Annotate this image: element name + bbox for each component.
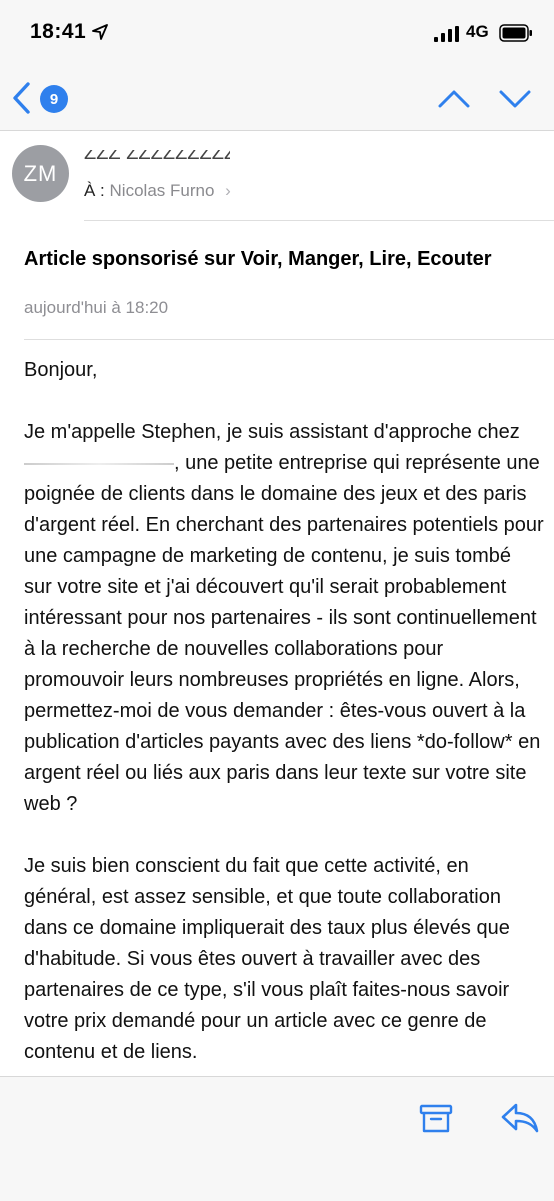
sender-header: ZM ZZZ ZZZZZZZZZ À : Nicolas Furno ›: [0, 130, 554, 221]
bottom-toolbar: [0, 1076, 554, 1201]
navigation-bar: 9: [0, 66, 554, 131]
avatar[interactable]: ZM: [12, 145, 69, 202]
archive-icon[interactable]: [418, 1103, 454, 1135]
reply-icon[interactable]: [500, 1101, 540, 1135]
chevron-right-icon: ›: [225, 181, 231, 200]
recipient-line[interactable]: À : Nicolas Furno ›: [84, 181, 231, 201]
redacted-company: [24, 457, 174, 471]
to-label: À :: [84, 181, 105, 200]
status-bar: 18:41 4G: [0, 0, 554, 66]
paragraph-1: Je m'appelle Stephen, je suis assistant …: [24, 417, 544, 820]
battery-icon: [499, 24, 532, 42]
back-chevron-icon[interactable]: [10, 80, 34, 116]
unread-count-badge[interactable]: 9: [40, 85, 68, 113]
email-body: Bonjour, Je m'appelle Stephen, je suis a…: [24, 355, 544, 1099]
chevron-down-icon[interactable]: [498, 84, 532, 114]
email-subject: Article sponsorisé sur Voir, Manger, Lir…: [24, 248, 492, 270]
sender-name-redacted[interactable]: ZZZ ZZZZZZZZZ: [84, 150, 230, 162]
greeting: Bonjour,: [24, 359, 98, 381]
paragraph-1-start: Je m'appelle Stephen, je suis assistant …: [24, 421, 520, 443]
recipient-name: Nicolas Furno: [109, 181, 215, 200]
network-type: 4G: [466, 22, 489, 41]
status-time: 18:41: [30, 20, 87, 43]
divider: [84, 220, 554, 221]
cellular-signal-icon: [434, 26, 459, 42]
divider: [24, 339, 554, 340]
paragraph-1-rest: , une petite entreprise qui représente u…: [24, 452, 544, 815]
paragraph-2: Je suis bien conscient du fait que cette…: [24, 855, 510, 1063]
chevron-up-icon[interactable]: [437, 84, 471, 114]
location-arrow-icon: [92, 24, 108, 40]
sender-name: ZZZ ZZZZZZZZZ: [84, 150, 230, 162]
email-date: aujourd'hui à 18:20: [24, 298, 169, 317]
